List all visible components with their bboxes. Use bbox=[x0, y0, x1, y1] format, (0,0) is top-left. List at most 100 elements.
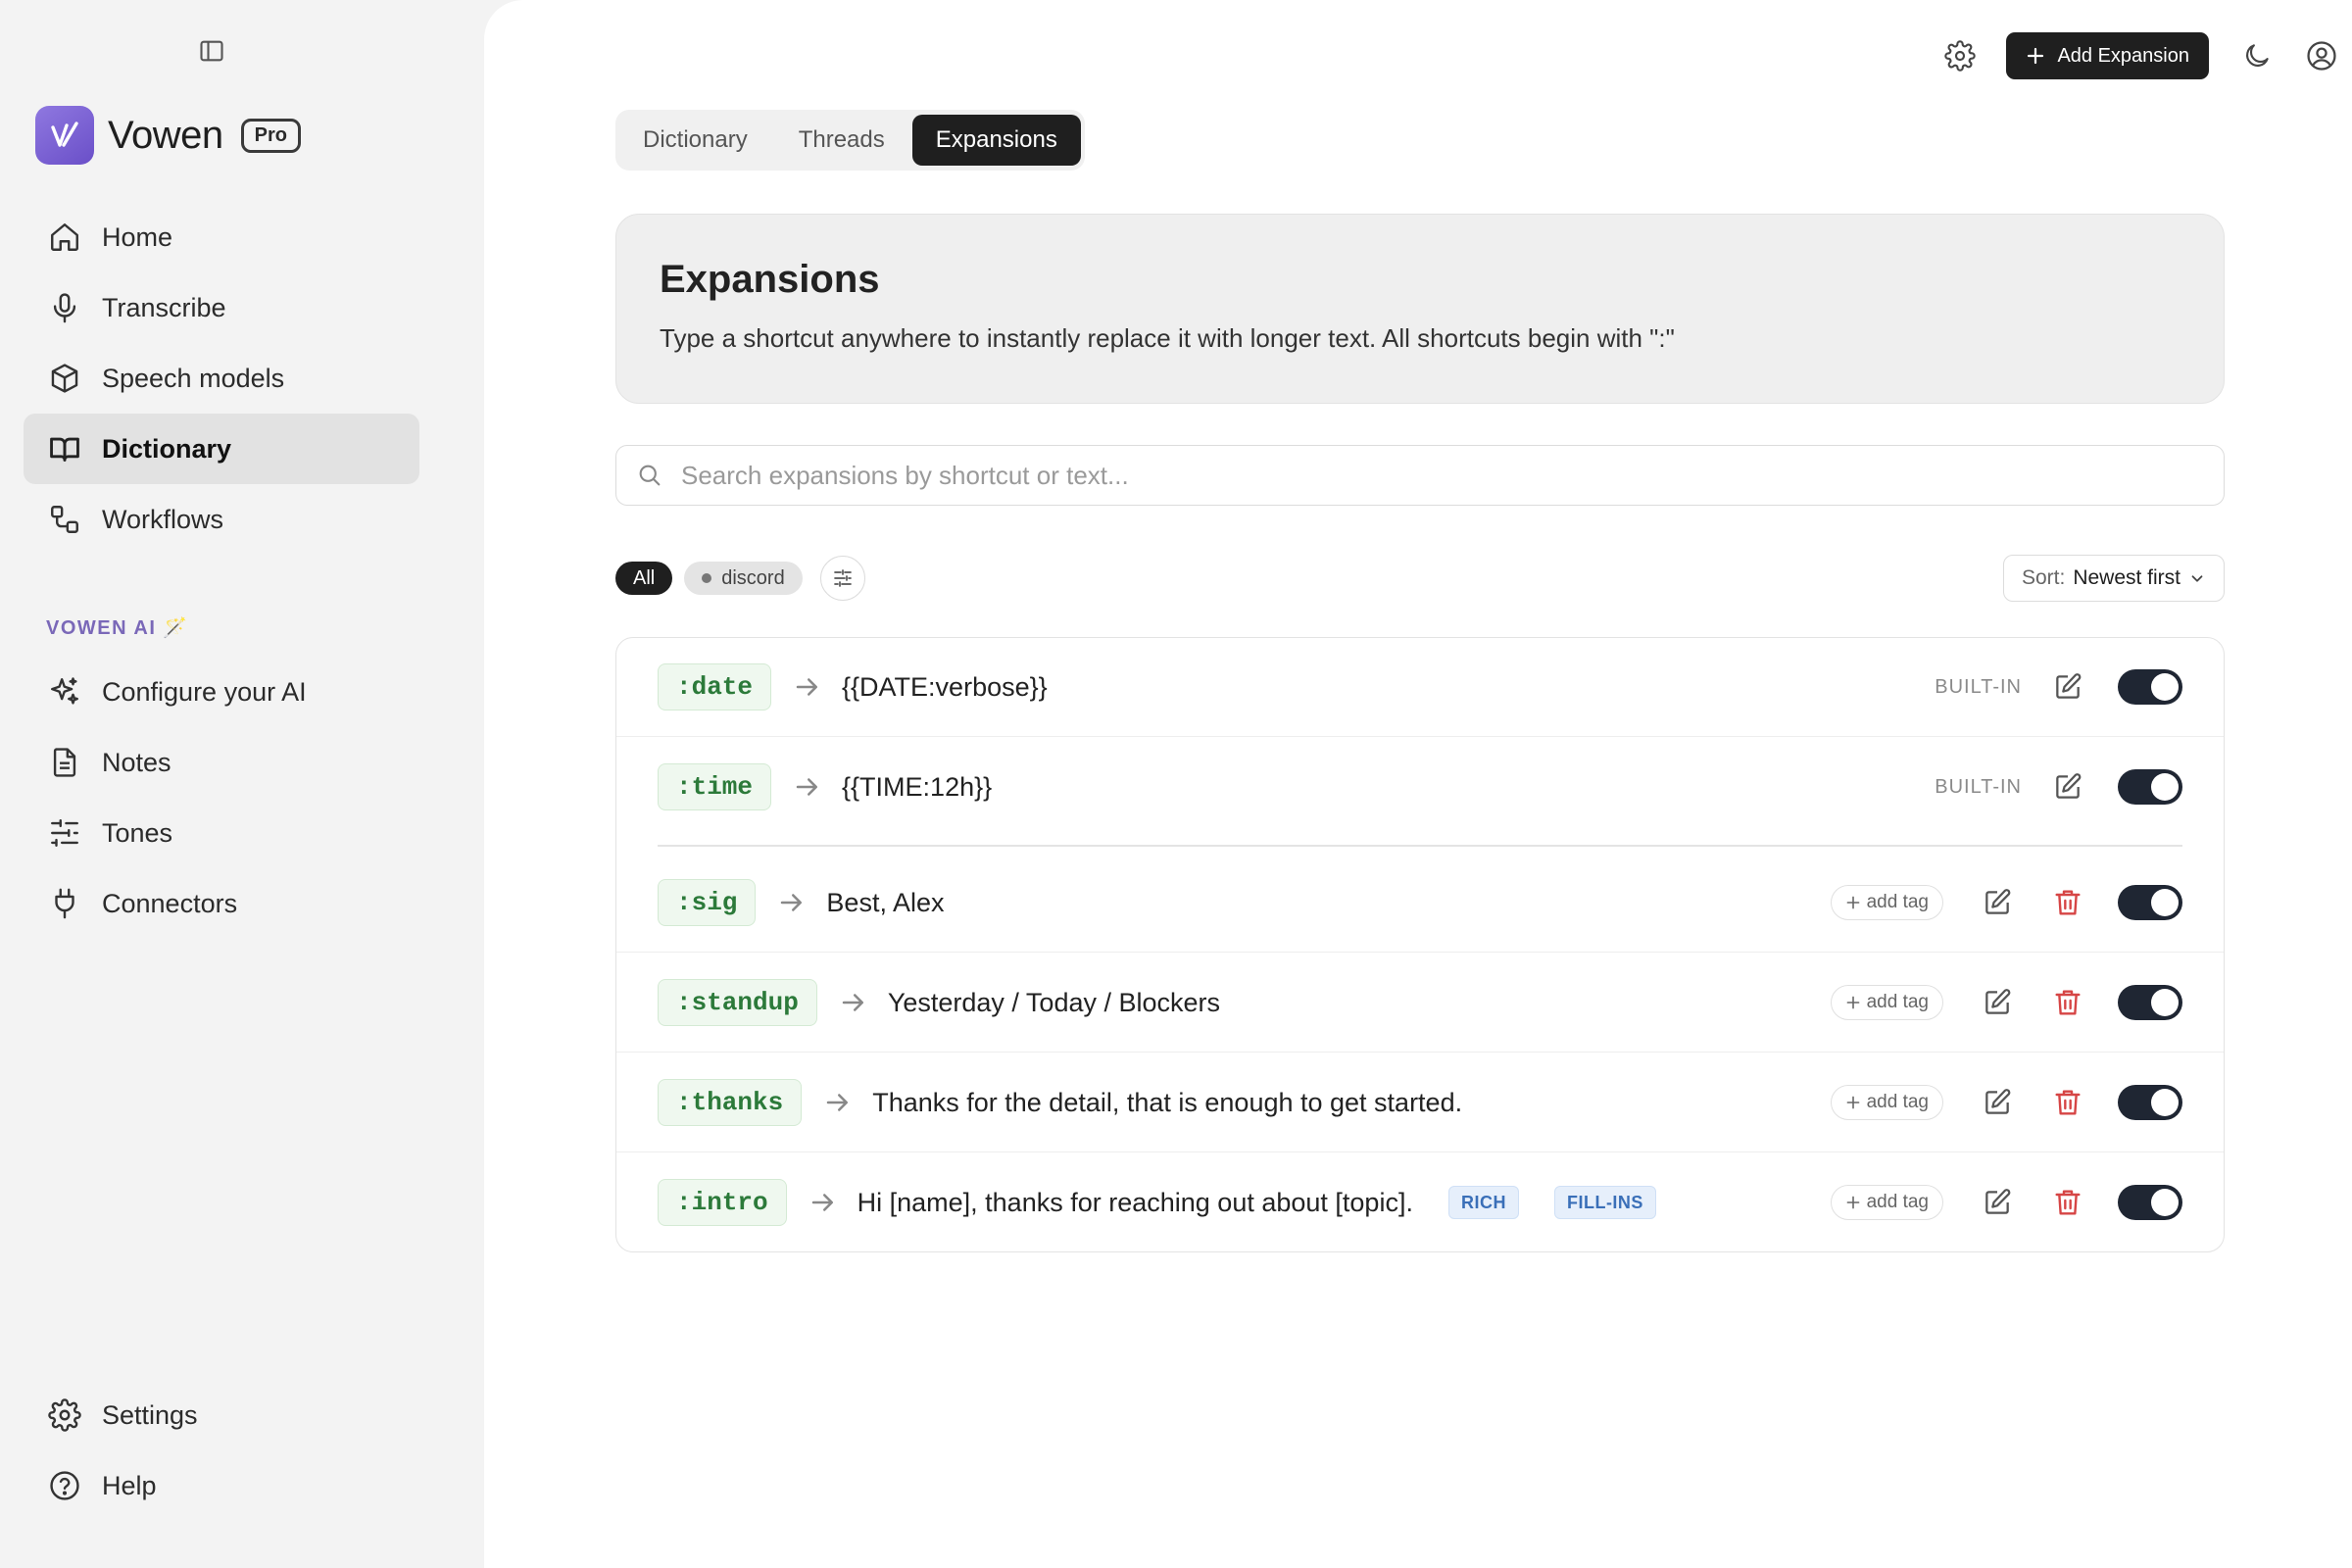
fill-ins-badge: FILL-INS bbox=[1553, 1186, 1656, 1219]
sidebar-item-dictionary[interactable]: Dictionary bbox=[24, 414, 419, 484]
help-circle-icon bbox=[47, 1468, 82, 1503]
edit-icon[interactable] bbox=[2047, 666, 2088, 708]
plus-icon bbox=[2028, 47, 2044, 65]
search-box bbox=[615, 445, 2225, 506]
sidebar-item-label: Notes bbox=[102, 747, 172, 777]
row-divider bbox=[616, 952, 2224, 953]
toggle-knob bbox=[2151, 989, 2179, 1016]
search-icon bbox=[639, 465, 661, 486]
expansion-text: Hi [name], thanks for reaching out about… bbox=[857, 1187, 1413, 1217]
trash-icon[interactable] bbox=[2047, 982, 2088, 1023]
filter-options-button[interactable] bbox=[819, 556, 865, 601]
arrow-right-icon bbox=[781, 894, 803, 911]
arrow-right-icon bbox=[811, 1194, 833, 1211]
document-icon bbox=[47, 745, 82, 780]
row-actions: BUILT-IN bbox=[1935, 666, 2182, 708]
edit-icon[interactable] bbox=[1977, 1082, 2018, 1123]
arrow-right-icon bbox=[796, 678, 818, 696]
tab-threads[interactable]: Threads bbox=[775, 115, 908, 166]
expansion-text: Thanks for the detail, that is enough to… bbox=[872, 1087, 1463, 1117]
sidebar-item-connectors[interactable]: Connectors bbox=[24, 868, 419, 939]
settings-gear-icon[interactable] bbox=[1937, 33, 1983, 78]
filter-bar: All discord bbox=[615, 555, 865, 602]
sidebar-item-label: Transcribe bbox=[102, 292, 226, 322]
sidebar-item-label: Speech models bbox=[102, 363, 285, 393]
ai-nav: Configure your AI Notes Tones Connectors bbox=[24, 657, 419, 939]
gear-icon bbox=[47, 1397, 82, 1433]
plug-icon bbox=[47, 886, 82, 921]
moon-icon[interactable] bbox=[2234, 33, 2279, 78]
sidebar-toggle-icon[interactable] bbox=[196, 35, 227, 67]
edit-icon[interactable] bbox=[1977, 1182, 2018, 1223]
brand[interactable]: Vowen Pro bbox=[35, 106, 301, 165]
tab-expansions[interactable]: Expansions bbox=[911, 115, 1081, 166]
sidebar-item-tones[interactable]: Tones bbox=[24, 798, 419, 868]
shortcut-badge: :sig bbox=[658, 879, 757, 926]
workflow-icon bbox=[47, 502, 82, 537]
edit-icon[interactable] bbox=[2047, 766, 2088, 808]
expansion-row-sig: :sig Best, Alex add tag bbox=[658, 854, 2182, 952]
page-description: Type a shortcut anywhere to instantly re… bbox=[660, 323, 1675, 353]
plus-icon bbox=[1846, 1196, 1859, 1209]
filter-chip-all[interactable]: All bbox=[615, 562, 673, 595]
filter-chip-discord[interactable]: discord bbox=[684, 562, 803, 595]
add-tag-label: add tag bbox=[1866, 992, 1929, 1012]
tab-bar: Dictionary Threads Expansions bbox=[615, 110, 1085, 171]
row-actions: BUILT-IN bbox=[1935, 766, 2182, 808]
add-tag-button[interactable]: add tag bbox=[1830, 1085, 1943, 1120]
toggle-knob bbox=[2151, 1089, 2179, 1116]
group-divider bbox=[658, 845, 2182, 847]
sidebar-item-configure-ai[interactable]: Configure your AI bbox=[24, 657, 419, 727]
trash-icon[interactable] bbox=[2047, 882, 2088, 923]
microphone-icon bbox=[47, 290, 82, 325]
sidebar-item-settings[interactable]: Settings bbox=[24, 1380, 419, 1450]
add-tag-button[interactable]: add tag bbox=[1830, 885, 1943, 920]
add-tag-label: add tag bbox=[1866, 892, 1929, 912]
sidebar-item-transcribe[interactable]: Transcribe bbox=[24, 272, 419, 343]
bottom-nav: Settings Help bbox=[24, 1380, 419, 1521]
plus-icon bbox=[1846, 896, 1859, 909]
sidebar-item-home[interactable]: Home bbox=[24, 202, 419, 272]
tab-dictionary[interactable]: Dictionary bbox=[619, 115, 771, 166]
brand-name: Vowen bbox=[108, 113, 223, 157]
add-tag-button[interactable]: add tag bbox=[1830, 985, 1943, 1020]
enable-toggle[interactable] bbox=[2118, 885, 2182, 920]
expansion-text: Best, Alex bbox=[826, 887, 945, 917]
enable-toggle[interactable] bbox=[2118, 985, 2182, 1020]
enable-toggle[interactable] bbox=[2118, 1085, 2182, 1120]
add-tag-label: add tag bbox=[1866, 1192, 1929, 1212]
home-icon bbox=[47, 220, 82, 255]
row-divider bbox=[616, 736, 2224, 737]
row-actions: add tag bbox=[1830, 1082, 2182, 1123]
enable-toggle[interactable] bbox=[2118, 1185, 2182, 1220]
trash-icon[interactable] bbox=[2047, 1182, 2088, 1223]
sidebar-item-label: Settings bbox=[102, 1399, 198, 1430]
enable-toggle[interactable] bbox=[2118, 769, 2182, 805]
page-title: Expansions bbox=[660, 258, 880, 301]
toggle-knob bbox=[2151, 673, 2179, 701]
expansion-text: {{TIME:12h}} bbox=[842, 771, 993, 802]
sidebar-item-label: Workflows bbox=[102, 504, 224, 534]
sidebar-item-help[interactable]: Help bbox=[24, 1450, 419, 1521]
expansion-row-time: :time {{TIME:12h}} BUILT-IN bbox=[658, 738, 2182, 836]
filter-sliders-icon bbox=[833, 569, 852, 587]
expansion-text: Yesterday / Today / Blockers bbox=[887, 987, 1221, 1017]
sidebar-item-speech-models[interactable]: Speech models bbox=[24, 343, 419, 414]
shortcut-badge: :time bbox=[658, 763, 772, 810]
filter-chip-label: discord bbox=[721, 566, 785, 589]
trash-icon[interactable] bbox=[2047, 1082, 2088, 1123]
sidebar-item-workflows[interactable]: Workflows bbox=[24, 484, 419, 555]
enable-toggle[interactable] bbox=[2118, 669, 2182, 705]
add-expansion-button[interactable]: Add Expansion bbox=[2006, 32, 2209, 79]
sort-dropdown[interactable]: Sort: Newest first bbox=[2002, 555, 2225, 602]
user-avatar-icon[interactable] bbox=[2299, 33, 2344, 78]
search-input[interactable] bbox=[681, 460, 2224, 491]
sidebar: Vowen Pro Home Transcribe Speech models … bbox=[0, 0, 484, 1568]
row-actions: add tag bbox=[1830, 1182, 2182, 1223]
edit-icon[interactable] bbox=[1977, 982, 2018, 1023]
shortcut-badge: :intro bbox=[658, 1179, 787, 1226]
expansion-text: {{DATE:verbose}} bbox=[842, 671, 1048, 702]
edit-icon[interactable] bbox=[1977, 882, 2018, 923]
sidebar-item-notes[interactable]: Notes bbox=[24, 727, 419, 798]
add-tag-button[interactable]: add tag bbox=[1830, 1185, 1943, 1220]
